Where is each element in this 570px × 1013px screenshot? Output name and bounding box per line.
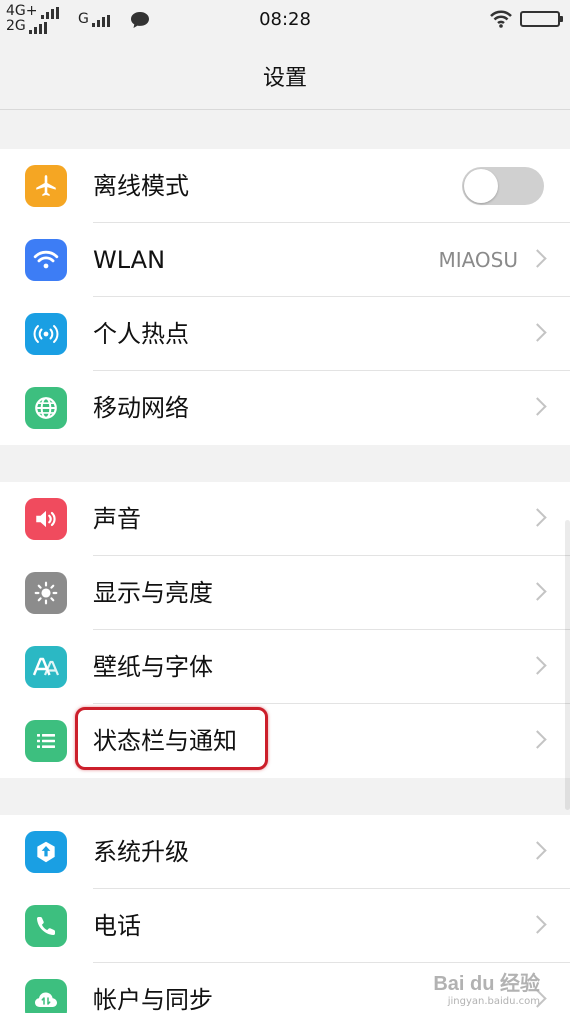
settings-item-label: 帐户与同步 [93,986,213,1013]
settings-item-system-update[interactable]: 系统升级 [0,815,570,889]
clock: 08:28 [259,9,311,30]
status-bar: 4G+ 2G G 08:28 [0,0,570,40]
wlan-network-name: MIAOSU [438,248,518,272]
update-icon [25,831,67,873]
wifi-status-icon [489,9,513,33]
settings-item-label: 状态栏与通知 [93,727,237,755]
wifi-icon [25,239,67,281]
scrollbar[interactable] [565,520,570,810]
settings-item-statusbar-notifications[interactable]: 状态栏与通知 [0,704,570,778]
settings-item-label: 壁纸与字体 [93,653,213,681]
chevron-right-icon [528,841,547,860]
settings-item-airplane-mode[interactable]: 离线模式 [0,149,570,223]
watermark-url: jingyan.baidu.com [447,996,540,1007]
brightness-icon [25,572,67,614]
settings-item-label: 个人热点 [93,320,189,348]
settings-item-label: 显示与亮度 [93,579,213,607]
chevron-right-icon [528,249,547,268]
watermark: Bai du 经验 jingyan.baidu.com [433,967,540,1007]
chevron-right-icon [528,397,547,416]
speaker-icon [25,498,67,540]
settings-item-mobile-network[interactable]: 移动网络 [0,371,570,445]
airplane-icon [25,165,67,207]
settings-item-phone[interactable]: 电话 [0,889,570,963]
settings-item-label: 电话 [93,912,141,940]
chevron-right-icon [528,508,547,527]
settings-item-hotspot[interactable]: 个人热点 [0,297,570,371]
chevron-right-icon [528,582,547,601]
settings-item-sound[interactable]: 声音 [0,482,570,556]
chevron-right-icon [528,915,547,934]
settings-item-label: 声音 [93,505,141,533]
settings-item-label: WLAN [93,246,166,274]
page-title: 设置 [262,66,307,91]
settings-item-display[interactable]: 显示与亮度 [0,556,570,630]
phone-icon [25,905,67,947]
chevron-right-icon [528,323,547,342]
settings-item-label: 移动网络 [93,394,189,422]
hotspot-icon [25,313,67,355]
font-icon [25,646,67,688]
chevron-right-icon [528,656,547,675]
chevron-right-icon [528,730,547,749]
settings-item-wallpaper-font[interactable]: 壁纸与字体 [0,630,570,704]
airplane-mode-toggle[interactable] [462,167,544,205]
settings-item-wlan[interactable]: WLAN MIAOSU [0,223,570,297]
toggle-knob [464,169,498,203]
watermark-logo: Bai du 经验 [433,973,540,995]
settings-group-display: 声音 显示与亮度 壁纸与字体 状态栏与通知 [0,482,570,778]
cloud-sync-icon [25,979,67,1013]
list-icon [25,720,67,762]
battery-icon [520,11,563,27]
title-bar: 设置 [0,40,570,110]
settings-item-label: 系统升级 [93,838,189,866]
settings-item-label: 离线模式 [93,172,189,200]
globe-icon [25,387,67,429]
settings-group-network: 离线模式 WLAN MIAOSU 个人热点 移动网络 [0,149,570,445]
